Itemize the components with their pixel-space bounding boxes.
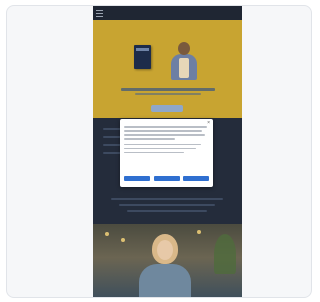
dialog-text-line xyxy=(124,147,197,149)
author-photo-apron xyxy=(179,58,189,78)
book-cover-image xyxy=(134,45,151,69)
dialog-text-line xyxy=(124,138,175,140)
plant-decoration xyxy=(214,234,236,274)
hero-section xyxy=(93,20,242,118)
dialog-text-line xyxy=(124,130,203,132)
woman-face xyxy=(157,240,173,260)
woman-body xyxy=(139,264,191,297)
dialog-text-line xyxy=(124,143,201,145)
close-icon[interactable]: × xyxy=(207,121,210,126)
cookie-settings-button[interactable] xyxy=(124,176,150,181)
hero-subheadline xyxy=(135,93,201,95)
text-line xyxy=(119,204,215,206)
cookie-accept-button[interactable] xyxy=(183,176,209,181)
text-line xyxy=(103,136,121,138)
lamp-light xyxy=(105,232,109,236)
text-line xyxy=(111,198,223,200)
author-photo-head xyxy=(178,42,190,55)
author-photo xyxy=(169,42,199,80)
hero-headline xyxy=(121,88,215,91)
hamburger-menu-icon[interactable] xyxy=(96,9,103,17)
dialog-text-line xyxy=(124,151,184,153)
top-navigation-bar xyxy=(93,6,242,20)
cookie-reject-button[interactable] xyxy=(153,176,180,181)
cookie-consent-dialog: × xyxy=(120,119,213,187)
hero-cta-button[interactable] xyxy=(151,105,183,112)
lamp-light xyxy=(121,238,125,242)
lamp-light xyxy=(197,230,201,234)
dialog-text-line xyxy=(124,134,205,136)
text-line xyxy=(127,210,207,212)
cookie-dialog-buttons xyxy=(124,176,209,181)
hero-photo-woman xyxy=(93,224,242,297)
dialog-text-line xyxy=(124,126,208,128)
